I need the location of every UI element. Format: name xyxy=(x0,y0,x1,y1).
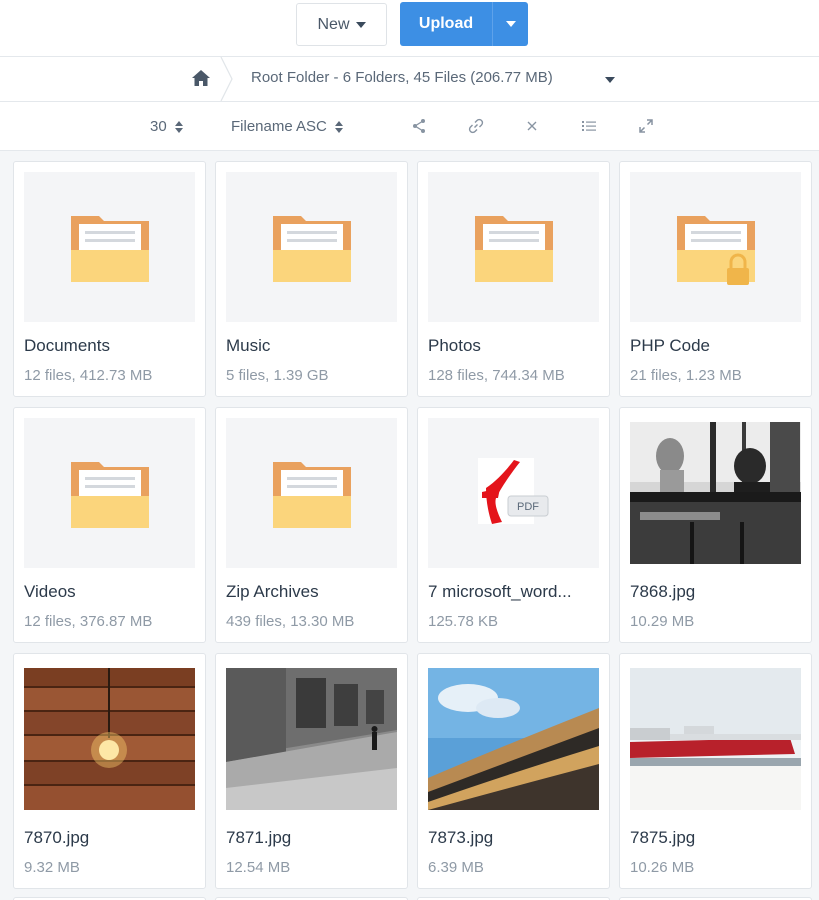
sort-value: Filename ASC xyxy=(231,118,327,135)
folder-card-documents[interactable]: Documents 12 files, 412.73 MB xyxy=(13,161,206,397)
image-thumbnail xyxy=(630,422,801,564)
share-icon[interactable] xyxy=(409,116,429,136)
ship-photo xyxy=(630,668,801,810)
folder-thumbnail xyxy=(226,418,397,568)
chevron-down-icon[interactable] xyxy=(605,77,615,83)
upload-button[interactable]: Upload xyxy=(400,2,492,46)
item-name: Music xyxy=(226,336,271,355)
item-name: Documents xyxy=(24,336,110,355)
per-page-value: 30 xyxy=(150,118,167,135)
folder-thumbnail xyxy=(226,172,397,322)
pdf-thumbnail: PDF xyxy=(428,418,599,568)
folder-icon xyxy=(475,216,553,282)
pdf-icon: PDF xyxy=(478,458,549,524)
image-thumbnail xyxy=(630,668,801,810)
file-card-image[interactable]: 7875.jpg 10.26 MB xyxy=(619,653,812,889)
folder-thumbnail xyxy=(428,172,599,322)
new-button[interactable]: New xyxy=(296,3,387,46)
item-meta: 128 files, 744.34 MB xyxy=(428,367,565,384)
file-card-image[interactable]: 7871.jpg 12.54 MB xyxy=(215,653,408,889)
item-meta: 439 files, 13.30 MB xyxy=(226,613,355,630)
locked-folder-icon xyxy=(677,216,755,285)
link-icon[interactable] xyxy=(466,116,486,136)
home-icon[interactable] xyxy=(190,67,212,89)
list-view-icon[interactable] xyxy=(579,116,599,136)
folder-thumbnail xyxy=(24,418,195,568)
file-card-image[interactable]: 7870.jpg 9.32 MB xyxy=(13,653,206,889)
folder-icon xyxy=(273,216,351,282)
folder-thumbnail xyxy=(24,172,195,322)
image-thumbnail xyxy=(428,668,599,810)
per-page-select[interactable]: 30 xyxy=(150,102,183,151)
folder-thumbnail xyxy=(630,172,801,322)
item-name: Videos xyxy=(24,582,76,601)
folder-icon xyxy=(273,462,351,528)
folder-card-videos[interactable]: Videos 12 files, 376.87 MB xyxy=(13,407,206,643)
item-name: 7870.jpg xyxy=(24,828,90,847)
folder-card-php-code[interactable]: PHP Code 21 files, 1.23 MB xyxy=(619,161,812,397)
top-toolbar: New Upload xyxy=(0,0,819,57)
sort-arrows-icon xyxy=(174,120,183,133)
item-meta: 125.78 KB xyxy=(428,613,499,630)
file-card-image[interactable]: 7873.jpg 6.39 MB xyxy=(417,653,610,889)
breadcrumb: Root Folder - 6 Folders, 45 Files (206.7… xyxy=(0,57,819,102)
item-meta: 12.54 MB xyxy=(226,859,291,876)
folder-card-zip-archives[interactable]: Zip Archives 439 files, 13.30 MB xyxy=(215,407,408,643)
file-grid: Documents 12 files, 412.73 MB Music 5 fi… xyxy=(0,151,819,900)
folder-icon xyxy=(71,216,149,282)
item-name: 7875.jpg xyxy=(630,828,696,847)
item-meta: 10.29 MB xyxy=(630,613,695,630)
item-name: 7873.jpg xyxy=(428,828,494,847)
sort-select[interactable]: Filename ASC xyxy=(231,102,343,151)
pdf-badge-label: PDF xyxy=(517,501,539,513)
upload-button-label: Upload xyxy=(418,15,474,32)
new-button-label: New xyxy=(317,15,350,33)
folder-icon xyxy=(71,462,149,528)
image-thumbnail xyxy=(24,668,195,810)
street-photo xyxy=(226,668,397,810)
wood-ceiling-photo xyxy=(24,668,195,810)
folder-card-music[interactable]: Music 5 files, 1.39 GB xyxy=(215,161,408,397)
item-name: PHP Code xyxy=(630,336,711,355)
item-meta: 6.39 MB xyxy=(428,859,484,876)
upload-button-group: Upload xyxy=(400,2,528,46)
item-name: 7871.jpg xyxy=(226,828,292,847)
item-meta: 10.26 MB xyxy=(630,859,695,876)
item-meta: 5 files, 1.39 GB xyxy=(226,367,329,384)
file-card-pdf[interactable]: PDF 7 microsoft_word... 125.78 KB xyxy=(417,407,610,643)
folder-card-photos[interactable]: Photos 128 files, 744.34 MB xyxy=(417,161,610,397)
breadcrumb-current-folder[interactable]: Root Folder - 6 Folders, 45 Files (206.7… xyxy=(251,69,553,86)
item-name: 7868.jpg xyxy=(630,582,696,601)
chevron-down-icon xyxy=(505,21,516,27)
item-name: 7 microsoft_word... xyxy=(428,582,572,601)
cafe-photo xyxy=(630,422,801,564)
item-meta: 9.32 MB xyxy=(24,859,80,876)
item-meta: 12 files, 376.87 MB xyxy=(24,613,153,630)
breadcrumb-separator-icon xyxy=(220,57,233,101)
close-icon[interactable] xyxy=(522,116,542,136)
file-controls-bar: 30 Filename ASC xyxy=(0,102,819,151)
file-card-image[interactable]: 7868.jpg 10.29 MB xyxy=(619,407,812,643)
item-name: Photos xyxy=(428,336,481,355)
chevron-down-icon xyxy=(355,21,366,28)
image-thumbnail xyxy=(226,668,397,810)
item-name: Zip Archives xyxy=(226,582,319,601)
item-meta: 21 files, 1.23 MB xyxy=(630,367,742,384)
arena-photo xyxy=(428,668,599,810)
item-meta: 12 files, 412.73 MB xyxy=(24,367,153,384)
upload-options-button[interactable] xyxy=(492,2,528,46)
sort-arrows-icon xyxy=(334,120,343,133)
expand-icon[interactable] xyxy=(636,116,656,136)
